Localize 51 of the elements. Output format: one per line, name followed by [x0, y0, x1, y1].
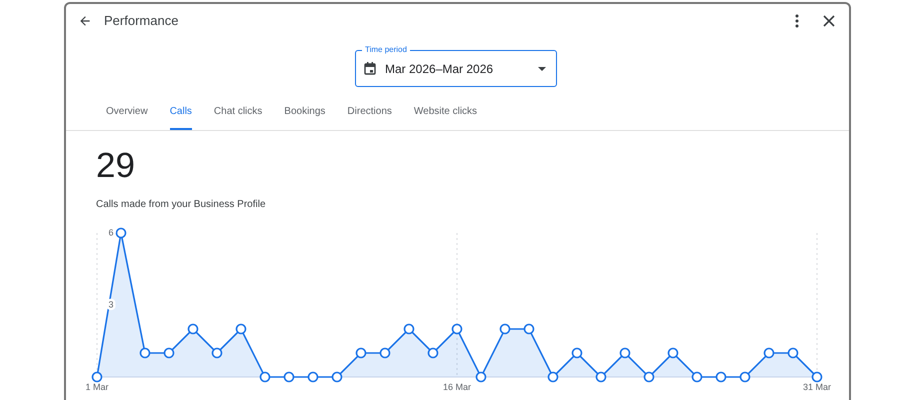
point: [332, 372, 342, 382]
point: [308, 372, 318, 382]
point: [572, 348, 582, 358]
page-title: Performance: [104, 12, 178, 30]
close-icon: [823, 15, 835, 27]
point: [788, 348, 798, 358]
point: [92, 372, 102, 382]
point: [116, 228, 126, 238]
field-label: Time period: [362, 44, 410, 56]
point: [212, 348, 222, 358]
point: [764, 348, 774, 358]
point: [236, 324, 246, 334]
tab[interactable]: Chat clicks: [214, 104, 262, 130]
x-tick-label: 31 Mar: [803, 382, 831, 392]
point: [716, 372, 726, 382]
dropdown-caret-icon: [538, 66, 546, 70]
tab[interactable]: Bookings: [284, 104, 326, 130]
point: [188, 324, 198, 334]
metric-caption: Calls made from your Business Profile: [96, 198, 267, 212]
point: [740, 372, 750, 382]
point: [164, 348, 174, 358]
point: [380, 348, 390, 358]
point: [668, 348, 678, 358]
point: [404, 324, 414, 334]
y-tick-label: 6: [108, 227, 114, 238]
metric-value: 29: [96, 147, 136, 185]
point: [428, 348, 438, 358]
calendar-icon: [364, 62, 376, 75]
point: [356, 348, 366, 358]
point: [452, 324, 462, 334]
point: [812, 372, 822, 382]
point: [644, 372, 654, 382]
tab[interactable]: Directions: [347, 104, 392, 130]
point: [596, 372, 606, 382]
tab[interactable]: Website clicks: [414, 104, 478, 130]
point: [548, 372, 558, 382]
point: [284, 372, 294, 382]
point: [500, 324, 510, 334]
point: [476, 372, 486, 382]
x-tick-label: 16 Mar: [443, 382, 471, 392]
more-vertical-icon: [795, 14, 799, 28]
point: [692, 372, 702, 382]
tab[interactable]: Overview: [106, 104, 148, 130]
back-arrow-icon: [78, 14, 92, 28]
time-period-value: Mar 2026–Mar 2026: [385, 60, 494, 78]
point: [260, 372, 270, 382]
x-tick-label: 1 Mar: [86, 382, 108, 392]
tab[interactable]: Calls: [170, 104, 192, 130]
point: [620, 348, 630, 358]
point: [140, 348, 150, 358]
point: [524, 324, 534, 334]
